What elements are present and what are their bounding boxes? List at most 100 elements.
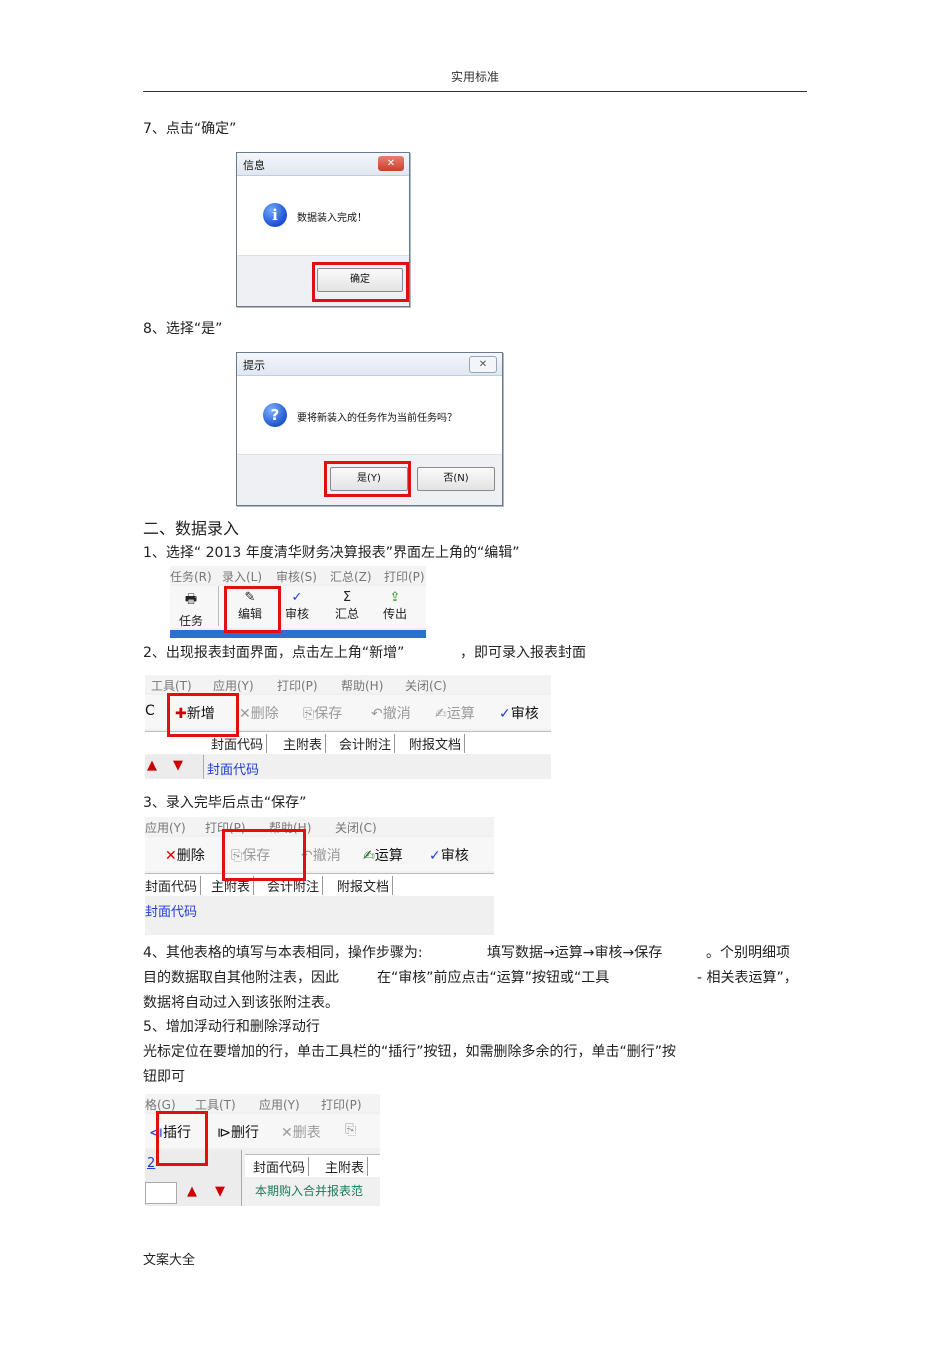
tool-undo-label: 撤消: [382, 706, 411, 722]
tab-attached-docs[interactable]: 附报文档: [337, 876, 394, 895]
step-7-text: 7、点击“确定”: [143, 121, 237, 137]
tab-main-attached[interactable]: 主附表: [325, 1157, 369, 1176]
step-5-line1: 光标定位在要增加的行，单击工具栏的“插行”按钮，如需删除多余的行，单击“删行”按: [143, 1044, 677, 1060]
cover-code-row[interactable]: 封面代码: [207, 759, 259, 778]
highlight-box-yes: [324, 461, 411, 497]
sum-icon: Σ: [342, 590, 352, 605]
page-header: 实用标准: [450, 70, 499, 84]
tool-delete-table[interactable]: ✕删表: [281, 1122, 321, 1142]
check-icon: ✓: [499, 706, 511, 722]
row-nav: ▲ ▼: [145, 755, 204, 779]
question-icon: ?: [263, 403, 287, 427]
tool-save[interactable]: ⎘: [345, 1122, 356, 1138]
tool-undo[interactable]: ↶撤消: [301, 845, 341, 865]
arrow-down-icon[interactable]: ▼: [215, 1184, 225, 1199]
info-dialog-titlebar: 信息 ✕: [237, 153, 409, 176]
menu-apply[interactable]: 应用(Y): [213, 677, 254, 694]
menu-print[interactable]: 打印(P): [277, 677, 318, 694]
tool-audit-label: 审核: [440, 848, 469, 864]
toolbar-bottom-band: [170, 630, 426, 638]
tab-main-attached[interactable]: 主附表: [283, 734, 327, 753]
tool-save-label: 保存: [314, 706, 343, 722]
info-dialog-message: 数据装入完成！: [297, 213, 367, 224]
highlight-box-save: [222, 829, 306, 881]
menu-input[interactable]: 录入(L): [222, 568, 262, 585]
step-4-line2-b: 在“审核”前应点击“运算”按钮或“工具: [377, 970, 610, 986]
toolbar-divider: [218, 586, 219, 626]
menu-bar: 任务(R) 录入(L) 审核(S) 汇总(Z) 打印(P): [170, 566, 426, 584]
step-4-line1-c: 。个别明细项: [706, 945, 790, 961]
export-icon: ⇪: [389, 590, 401, 605]
save-icon: ⎘: [345, 1122, 357, 1138]
report-row[interactable]: 本期购入合并报表范: [255, 1182, 363, 1199]
tab-accounting-notes[interactable]: 会计附注: [339, 734, 396, 753]
sheet-tabs: 封面代码 主附表 会计附注 附报文档: [145, 873, 494, 896]
tab-cover-code[interactable]: 封面代码: [145, 876, 202, 895]
prompt-dialog-titlebar: 提示 ✕: [237, 353, 502, 376]
header-rule: [143, 91, 807, 92]
highlight-box-insert-row: [156, 1111, 208, 1166]
arrow-up-icon[interactable]: ▲: [147, 758, 157, 773]
tool-export[interactable]: ⇪ 传出: [378, 590, 412, 622]
tool-audit[interactable]: ✓审核: [429, 845, 469, 865]
menu-bar: 应用(Y) 打印(P) 帮助(H) 关闭(C): [145, 817, 494, 835]
step-4-line2-a: 目的数据取自其他附注表，因此: [143, 970, 339, 986]
tool-summary[interactable]: Σ 汇总: [330, 590, 364, 622]
row-input[interactable]: [145, 1182, 177, 1204]
tool-delete[interactable]: ✕删除: [239, 703, 279, 723]
cover-code-row[interactable]: 封面代码: [145, 901, 197, 920]
tool-delete-table-label: 删表: [292, 1125, 321, 1141]
step-4-line1-a: 4、其他表格的填写与本表相同，操作步骤为:: [143, 945, 423, 961]
menu-tools[interactable]: 工具(T): [151, 677, 192, 694]
highlight-box-new: [167, 693, 239, 737]
sheet-tabs: 封面代码 主附表: [245, 1154, 380, 1177]
menu-bar: 工具(T) 应用(Y) 打印(P) 帮助(H) 关闭(C): [145, 675, 551, 693]
menu-apply[interactable]: 应用(Y): [145, 819, 186, 836]
menu-close[interactable]: 关闭(C): [405, 677, 447, 694]
tool-calc-label: 运算: [446, 706, 475, 722]
tool-delete-row-label: 删行: [231, 1125, 259, 1141]
arrow-down-icon[interactable]: ▼: [173, 758, 183, 773]
tool-delete-row[interactable]: ⧐删行: [217, 1122, 259, 1142]
menu-close[interactable]: 关闭(C): [335, 819, 377, 836]
menu-apply[interactable]: 应用(Y): [259, 1096, 300, 1113]
close-icon[interactable]: ✕: [469, 356, 497, 373]
check-icon: ✓: [291, 590, 303, 605]
menu-summary[interactable]: 汇总(Z): [330, 568, 372, 585]
menu-audit[interactable]: 审核(S): [276, 568, 317, 585]
menu-print[interactable]: 打印(P): [384, 568, 425, 585]
tool-save[interactable]: ⎘保存: [303, 703, 342, 723]
row-link[interactable]: 2: [147, 1156, 155, 1171]
tool-delete[interactable]: ✕删除: [165, 845, 205, 865]
printer-icon: 🖶: [184, 592, 198, 607]
info-dialog-title: 信息: [243, 159, 265, 172]
tool-undo[interactable]: ↶撤消: [371, 703, 411, 723]
tool-audit[interactable]: ✓ 审核: [280, 590, 314, 622]
tab-attached-docs[interactable]: 附报文档: [409, 734, 466, 753]
tool-calc[interactable]: ✍运算: [363, 845, 403, 865]
delete-icon: ✕: [239, 706, 251, 722]
menu-task[interactable]: 任务(R): [170, 568, 212, 585]
tool-delete-label: 删除: [250, 706, 279, 722]
step-2-text-a: 2、出现报表封面界面，点击左上角“新增”: [143, 645, 405, 661]
tool-task[interactable]: 🖶 任务: [174, 590, 208, 629]
screenshot-main-toolbar: 任务(R) 录入(L) 审核(S) 汇总(Z) 打印(P) 🖶 任务 ✎ 编辑 …: [170, 566, 426, 638]
tool-undo-label: 撤消: [312, 848, 341, 864]
tool-summary-label: 汇总: [334, 607, 359, 621]
no-button[interactable]: 否(N): [417, 467, 495, 491]
menu-print[interactable]: 打印(P): [321, 1096, 362, 1113]
step-2-text-b: ，即可录入报表封面: [460, 645, 586, 661]
info-icon: i: [263, 203, 287, 227]
step-1-text: 1、选择“ 2013 年度清华财务决算报表”界面左上角的“编辑”: [143, 545, 520, 561]
close-icon[interactable]: ✕: [378, 156, 404, 171]
tool-calc[interactable]: ✍运算: [435, 703, 475, 723]
screenshot-save-toolbar: 应用(Y) 打印(P) 帮助(H) 关闭(C) ✕删除 ⎘保存 ↶撤消 ✍运算 …: [145, 817, 494, 935]
menu-help[interactable]: 帮助(H): [341, 677, 383, 694]
tab-cover-code[interactable]: 封面代码: [253, 1157, 310, 1176]
tool-audit-label: 审核: [284, 607, 309, 621]
delete-icon: ✕: [165, 848, 177, 864]
arrow-up-icon[interactable]: ▲: [187, 1184, 197, 1199]
tool-audit[interactable]: ✓审核: [499, 703, 539, 723]
tool-delete-label: 删除: [176, 848, 205, 864]
step-4-line3: 数据将自动过入到该张附注表。: [143, 995, 339, 1011]
